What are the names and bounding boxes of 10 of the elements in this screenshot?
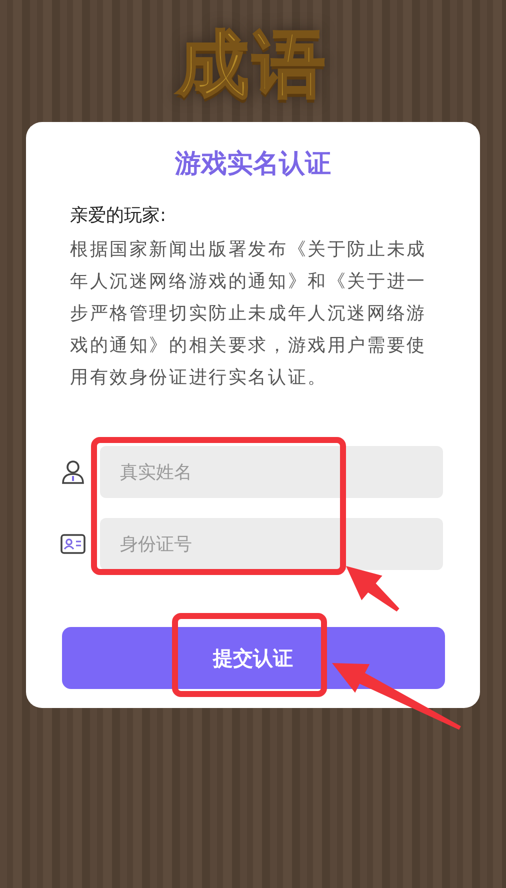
pointer-arrow <box>346 566 400 612</box>
greeting-text: 亲爱的玩家: <box>70 204 168 228</box>
submit-button[interactable]: 提交认证 <box>62 627 444 689</box>
game-logo: 成语 <box>177 28 329 100</box>
id-card-icon <box>60 531 86 557</box>
input-field[interactable]: 真实姓名 <box>100 446 443 498</box>
person-icon <box>60 459 86 485</box>
input-field[interactable]: 身份证号 <box>100 518 443 570</box>
notice-paragraph: 根据国家新闻出版署发布《关于防止未成年人沉迷网络游戏的通知》和《关于进一步严格管理切实防止未成年人沉迷网络游戏的通知》的相关要求，游戏用户需要使用有效身份证进行实名认证。 <box>70 238 428 390</box>
dialog-title: 游戏实名认证 <box>175 148 331 180</box>
